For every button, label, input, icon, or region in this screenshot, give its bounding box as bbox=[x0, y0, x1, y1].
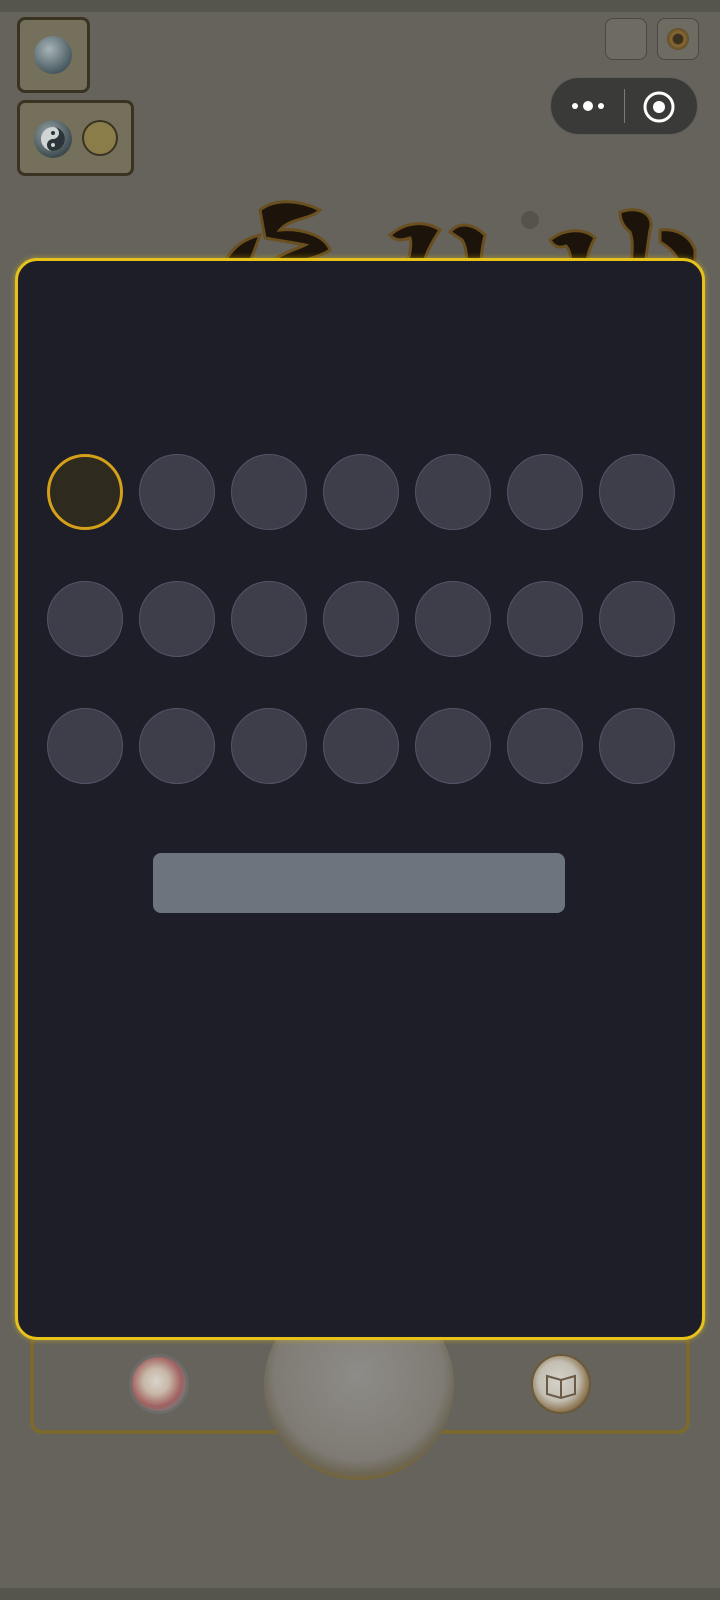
yin-yang-icon bbox=[34, 120, 72, 158]
slot-empty[interactable] bbox=[507, 454, 583, 530]
capsule-divider bbox=[624, 89, 625, 123]
blank-button[interactable] bbox=[605, 18, 647, 60]
slot-empty[interactable] bbox=[415, 581, 491, 657]
slot-empty[interactable] bbox=[599, 581, 675, 657]
slot-empty[interactable] bbox=[47, 708, 123, 784]
slot-empty[interactable] bbox=[507, 708, 583, 784]
coin-slot bbox=[82, 120, 118, 156]
slot-empty[interactable] bbox=[507, 581, 583, 657]
slot-empty[interactable] bbox=[415, 454, 491, 530]
book-icon[interactable] bbox=[531, 1354, 591, 1414]
slot-selection-modal bbox=[15, 258, 705, 1340]
settings-button[interactable] bbox=[657, 18, 699, 60]
miniprogram-capsule bbox=[550, 77, 698, 135]
more-icon[interactable] bbox=[563, 88, 619, 124]
slot-empty[interactable] bbox=[139, 454, 215, 530]
settings-icon bbox=[667, 28, 689, 50]
globe-icon bbox=[34, 36, 72, 74]
slot-empty[interactable] bbox=[599, 454, 675, 530]
globe-button[interactable] bbox=[17, 17, 90, 93]
bottom-system-bar bbox=[0, 1588, 720, 1600]
slot-empty[interactable] bbox=[139, 581, 215, 657]
slot-empty[interactable] bbox=[599, 708, 675, 784]
slot-empty[interactable] bbox=[415, 708, 491, 784]
slot-empty[interactable] bbox=[231, 581, 307, 657]
compass-icon[interactable] bbox=[129, 1354, 189, 1414]
slot-empty[interactable] bbox=[231, 708, 307, 784]
slot-empty[interactable] bbox=[323, 581, 399, 657]
slot-empty[interactable] bbox=[231, 454, 307, 530]
confirm-action-bar[interactable] bbox=[153, 853, 565, 913]
close-target-icon[interactable] bbox=[641, 89, 677, 125]
slot-grid bbox=[47, 454, 675, 784]
yin-yang-button[interactable] bbox=[17, 100, 134, 176]
slot-empty[interactable] bbox=[47, 581, 123, 657]
slot-empty[interactable] bbox=[139, 708, 215, 784]
slot-active[interactable] bbox=[47, 454, 123, 530]
slot-empty[interactable] bbox=[323, 708, 399, 784]
slot-empty[interactable] bbox=[323, 454, 399, 530]
